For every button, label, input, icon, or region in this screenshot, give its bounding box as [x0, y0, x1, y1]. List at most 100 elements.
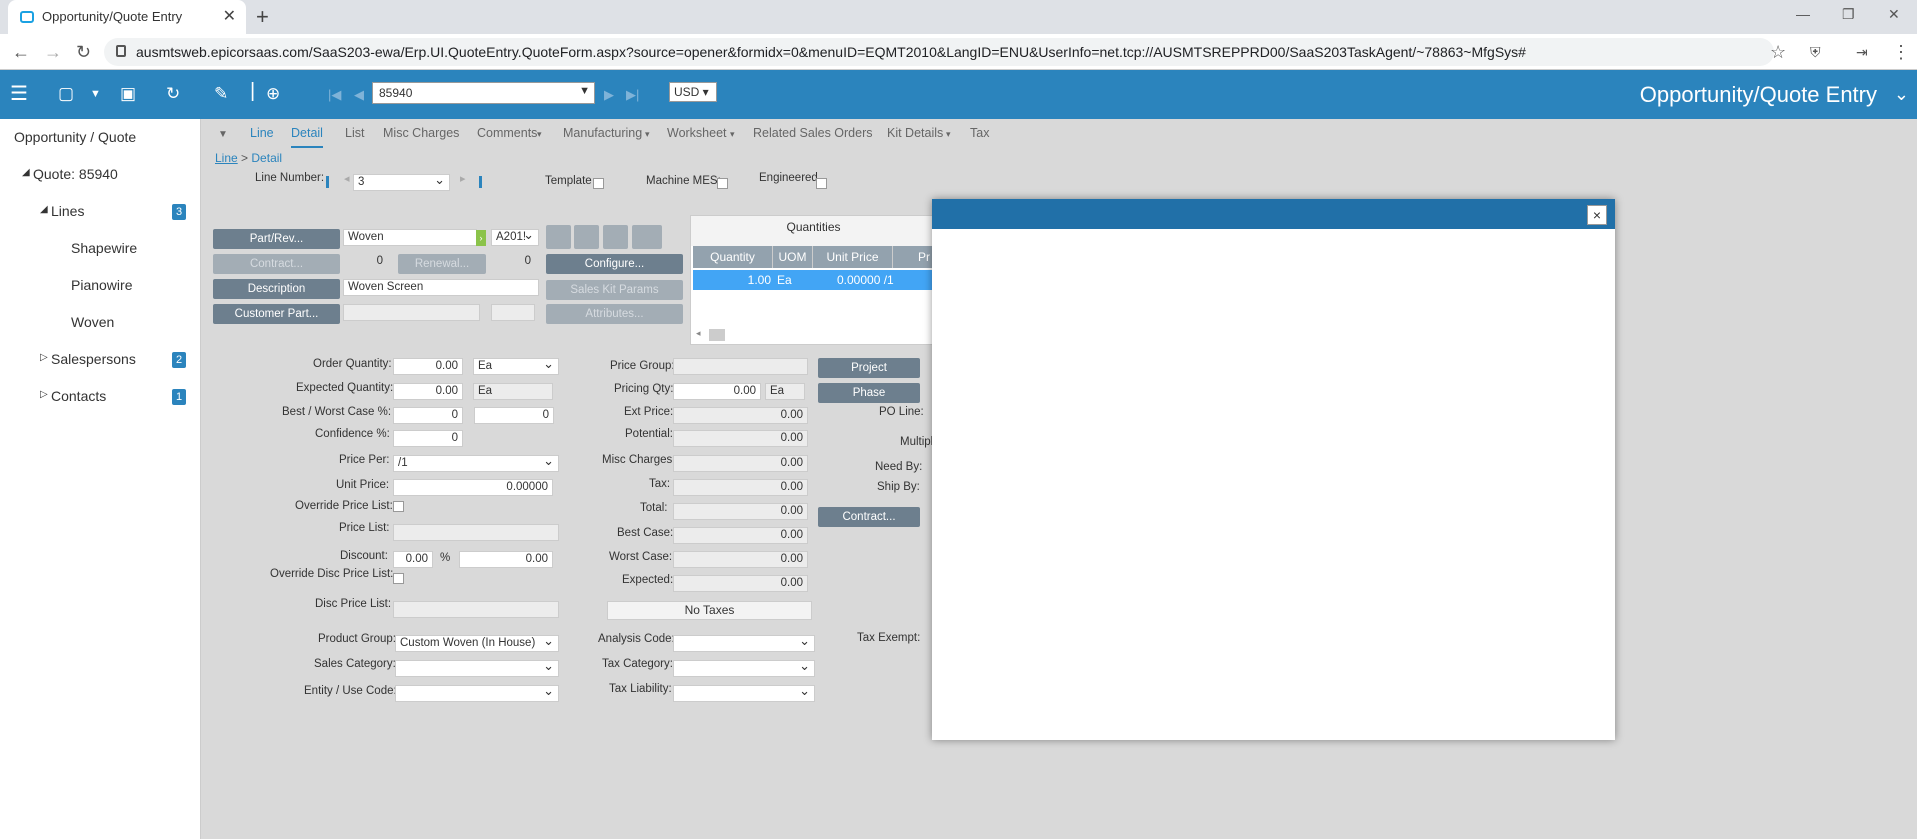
- machine-mes-checkbox[interactable]: [717, 178, 728, 189]
- best-case-pct-field[interactable]: 0: [393, 407, 463, 424]
- attributes-button[interactable]: Attributes...: [546, 304, 683, 324]
- back-icon[interactable]: ←: [12, 42, 30, 63]
- restore-icon[interactable]: ❐: [1842, 6, 1855, 23]
- tree-line-item[interactable]: Woven: [71, 314, 114, 330]
- new-tab-icon[interactable]: +: [256, 4, 269, 30]
- tab-comments[interactable]: Comments: [477, 126, 537, 140]
- engineered-checkbox[interactable]: [816, 178, 827, 189]
- analysis-code-select[interactable]: [673, 635, 815, 652]
- app-menu-chevron-icon[interactable]: ⌄: [1894, 84, 1909, 105]
- pricing-qty-field[interactable]: 0.00: [673, 383, 761, 400]
- phase-button[interactable]: Phase: [818, 383, 920, 403]
- tab-related-sales-orders[interactable]: Related Sales Orders: [753, 126, 873, 140]
- grid-header-uom[interactable]: UOM: [773, 246, 813, 268]
- sales-kit-params-button[interactable]: Sales Kit Params: [546, 280, 683, 300]
- horizontal-scrollbar[interactable]: [709, 329, 725, 341]
- browser-menu-icon[interactable]: ⋮: [1892, 42, 1910, 63]
- template-checkbox[interactable]: [593, 178, 604, 189]
- override-price-list-checkbox[interactable]: [393, 501, 404, 512]
- new-dropdown-icon[interactable]: ▼: [90, 88, 101, 100]
- toolbar-mini-button[interactable]: [632, 225, 662, 249]
- tab-detail[interactable]: Detail: [291, 126, 323, 148]
- worst-case-pct-field[interactable]: 0: [474, 407, 554, 424]
- tree-salespersons[interactable]: Salespersons: [51, 351, 136, 367]
- customer-part-button[interactable]: Customer Part...: [213, 304, 340, 324]
- part-rev-button[interactable]: Part/Rev...: [213, 229, 340, 249]
- tab-list[interactable]: List: [345, 126, 364, 140]
- tab-misc-charges[interactable]: Misc Charges: [383, 126, 459, 140]
- tree-root[interactable]: Opportunity / Quote: [14, 129, 136, 145]
- first-line-icon[interactable]: [326, 176, 329, 188]
- tab-kit-details[interactable]: Kit Details: [887, 126, 943, 140]
- grid-header-unit-price[interactable]: Unit Price: [813, 246, 893, 268]
- grid-cell-uom[interactable]: Ea: [777, 270, 813, 290]
- line-number-select[interactable]: 3: [353, 174, 450, 191]
- close-tab-icon[interactable]: ✕: [223, 6, 236, 26]
- tree-contacts[interactable]: Contacts: [51, 388, 106, 404]
- tab-worksheet[interactable]: Worksheet: [667, 126, 727, 140]
- scroll-left-icon[interactable]: ◂: [696, 328, 701, 339]
- last-record-icon[interactable]: ▶|: [626, 87, 639, 103]
- override-disc-price-list-checkbox[interactable]: [393, 573, 404, 584]
- tabs-collapse-icon[interactable]: ▼: [218, 129, 228, 140]
- tab-tax[interactable]: Tax: [970, 126, 989, 140]
- next-line-icon[interactable]: ▸: [460, 172, 466, 185]
- configure-button[interactable]: Configure...: [546, 254, 683, 274]
- search-binoculars-icon[interactable]: ⊕: [266, 84, 280, 104]
- no-taxes-button[interactable]: No Taxes: [607, 601, 812, 620]
- expected-quantity-field[interactable]: 0.00: [393, 383, 463, 400]
- hamburger-menu-icon[interactable]: ☰: [10, 81, 28, 106]
- url-field[interactable]: ausmtsweb.epicorsaas.com/SaaS203-ewa/Erp…: [104, 38, 1774, 66]
- forward-icon[interactable]: →: [44, 42, 62, 63]
- collapsed-triangle-icon[interactable]: ▷: [40, 389, 48, 400]
- next-record-icon[interactable]: ▶: [604, 87, 614, 103]
- grid-cell-quantity[interactable]: 1.00: [693, 270, 771, 290]
- sales-category-select[interactable]: [395, 660, 559, 677]
- tab-line[interactable]: Line: [250, 126, 274, 140]
- revision-select[interactable]: A201!: [491, 229, 539, 246]
- contract-line-button[interactable]: Contract...: [818, 507, 920, 527]
- prev-record-icon[interactable]: ◀: [354, 87, 364, 103]
- last-line-icon[interactable]: [479, 176, 482, 188]
- description-field[interactable]: Woven Screen: [343, 279, 539, 296]
- currency-selector[interactable]: USD ▾: [669, 82, 717, 102]
- customer-rev-field[interactable]: [491, 304, 535, 321]
- table-row[interactable]: 1.00 Ea 0.00000 /1: [693, 270, 936, 290]
- part-field[interactable]: Woven: [343, 229, 477, 246]
- grid-cell-unit-price[interactable]: 0.00000 /1: [817, 270, 917, 290]
- entity-use-code-select[interactable]: [395, 685, 559, 702]
- contract-button[interactable]: Contract...: [213, 254, 340, 274]
- extension-shield-icon[interactable]: ⛨: [1810, 44, 1821, 61]
- tax-category-select[interactable]: [673, 660, 815, 677]
- save-icon[interactable]: ▣: [120, 84, 136, 104]
- price-per-select[interactable]: /1: [393, 455, 559, 472]
- tree-lines[interactable]: Lines: [51, 203, 84, 219]
- project-button[interactable]: Project: [818, 358, 920, 378]
- bookmark-star-icon[interactable]: ☆: [1770, 42, 1786, 63]
- refresh-icon[interactable]: ↻: [166, 84, 180, 104]
- reload-icon[interactable]: ↻: [76, 42, 91, 63]
- unit-price-field[interactable]: 0.00000: [393, 479, 553, 496]
- tab-manufacturing[interactable]: Manufacturing: [563, 126, 642, 140]
- close-window-icon[interactable]: ✕: [1888, 6, 1900, 23]
- order-quantity-field[interactable]: 0.00: [393, 358, 463, 375]
- tax-liability-select[interactable]: [673, 685, 815, 702]
- confidence-field[interactable]: 0: [393, 430, 463, 447]
- first-record-icon[interactable]: |◀: [328, 87, 341, 103]
- toolbar-mini-button[interactable]: [574, 225, 599, 249]
- tree-quote[interactable]: Quote: 85940: [33, 166, 118, 182]
- discount-pct-field[interactable]: 0.00: [393, 551, 433, 568]
- description-button[interactable]: Description: [213, 279, 340, 299]
- clear-icon[interactable]: ✎: [214, 84, 228, 104]
- prev-line-icon[interactable]: ◂: [344, 172, 350, 185]
- discount-amount-field[interactable]: 0.00: [459, 551, 553, 568]
- order-uom-select[interactable]: Ea: [473, 358, 559, 375]
- collapsed-triangle-icon[interactable]: ▷: [40, 352, 48, 363]
- toolbar-mini-button[interactable]: [603, 225, 628, 249]
- tree-line-item[interactable]: Pianowire: [71, 277, 132, 293]
- part-lookup-icon[interactable]: ›: [476, 230, 486, 246]
- expanded-triangle-icon[interactable]: ◢: [22, 167, 30, 178]
- breadcrumb-line-link[interactable]: Line: [215, 151, 238, 165]
- expanded-triangle-icon[interactable]: ◢: [40, 204, 48, 215]
- modal-close-button[interactable]: ×: [1587, 205, 1607, 225]
